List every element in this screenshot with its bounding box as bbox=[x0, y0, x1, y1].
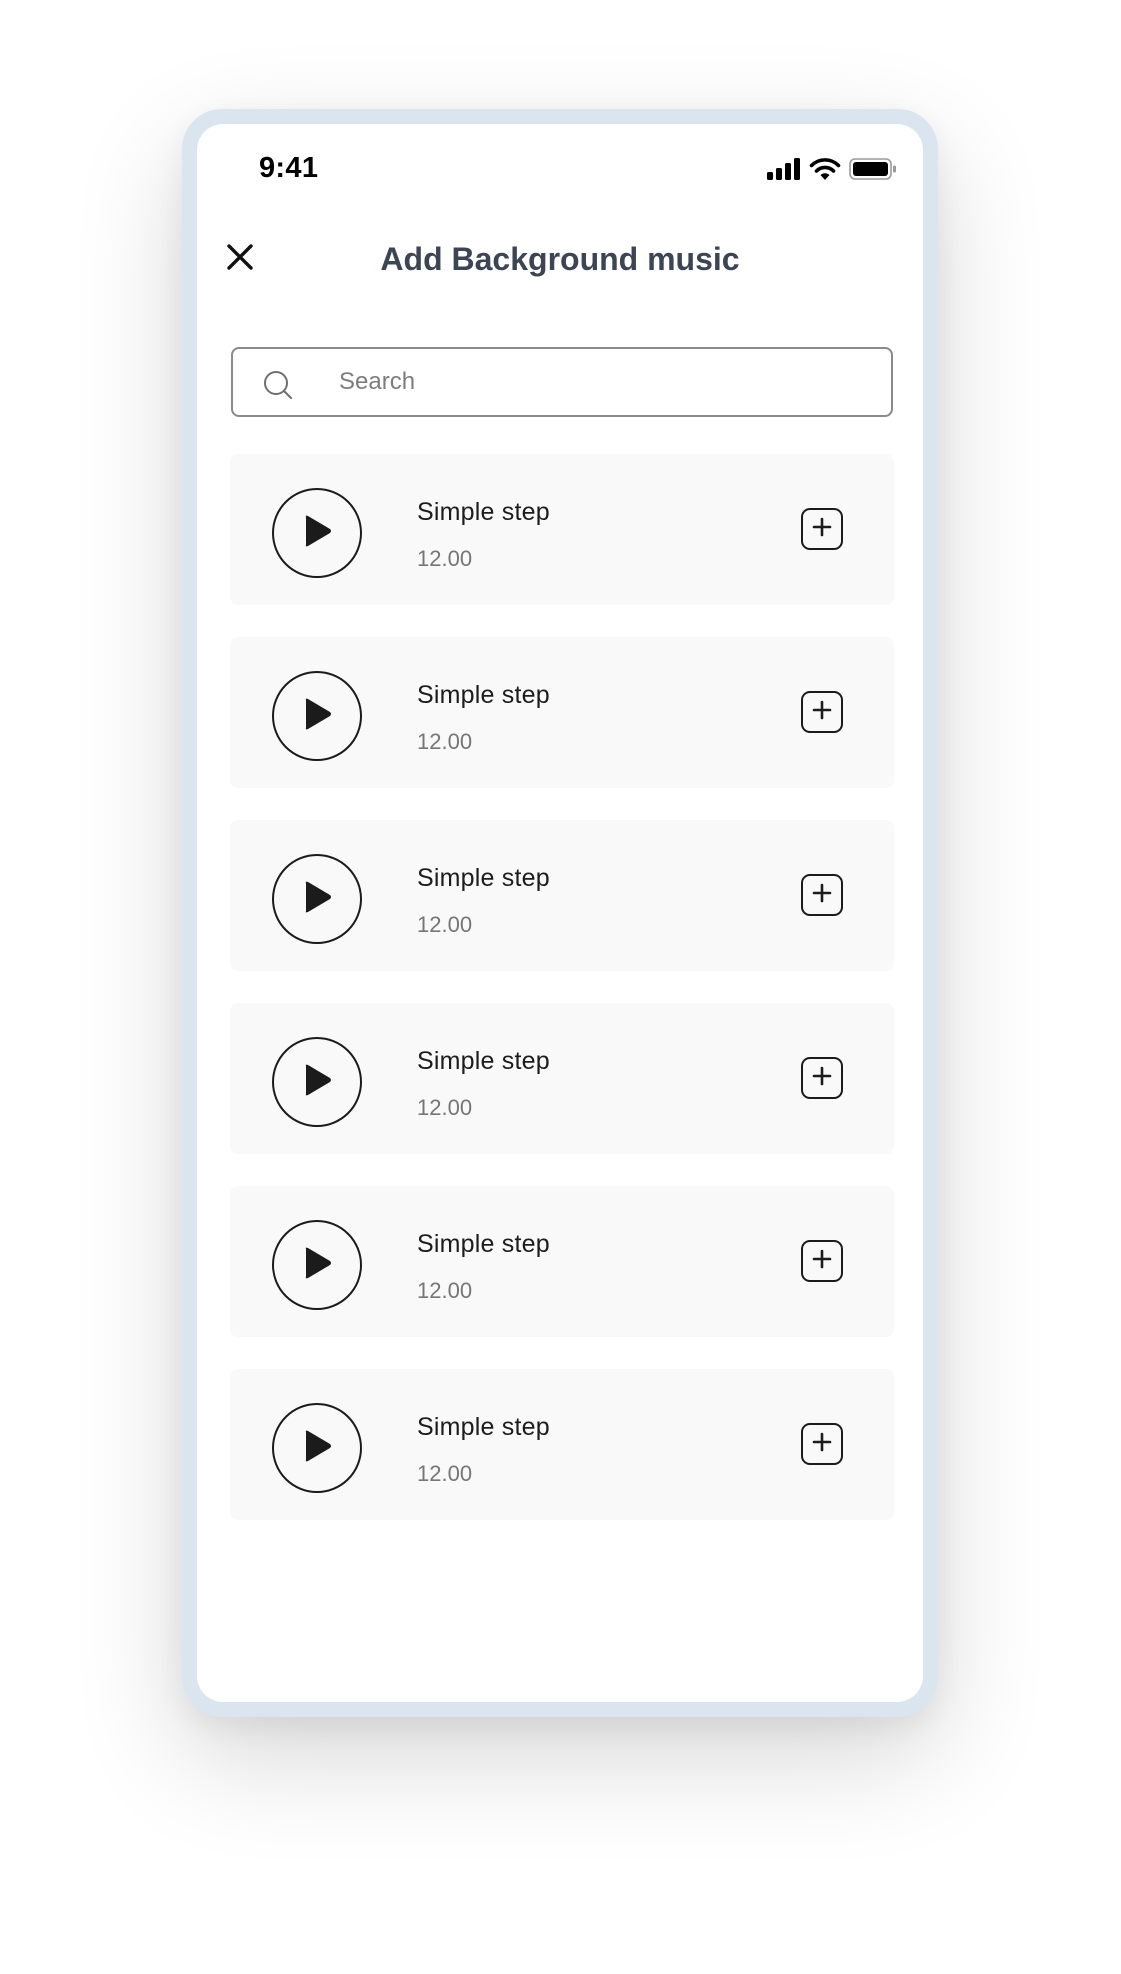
phone-frame: 9:41 Add Background music Search Simple … bbox=[182, 109, 938, 1717]
play-button[interactable] bbox=[272, 1037, 362, 1127]
track-duration: 12.00 bbox=[417, 1095, 473, 1120]
track-item: Simple step 12.00 bbox=[230, 637, 894, 788]
track-duration: 12.00 bbox=[417, 546, 473, 571]
search-input[interactable] bbox=[339, 349, 869, 415]
add-track-button[interactable] bbox=[801, 874, 843, 916]
track-title: Simple step bbox=[417, 864, 550, 892]
track-title: Simple step bbox=[417, 1047, 550, 1075]
play-icon bbox=[301, 697, 333, 736]
play-button[interactable] bbox=[272, 1403, 362, 1493]
close-icon bbox=[227, 243, 253, 275]
search-icon bbox=[263, 370, 293, 400]
add-track-button[interactable] bbox=[801, 508, 843, 550]
track-title: Simple step bbox=[417, 1230, 550, 1258]
page-title: Add Background music bbox=[380, 241, 740, 277]
add-track-button[interactable] bbox=[801, 1057, 843, 1099]
play-icon bbox=[301, 1063, 333, 1102]
play-button[interactable] bbox=[272, 854, 362, 944]
plus-icon bbox=[812, 1432, 832, 1457]
track-item: Simple step 12.00 bbox=[230, 1369, 894, 1520]
header: Add Background music bbox=[197, 224, 923, 294]
status-time: 9:41 bbox=[259, 152, 319, 184]
track-duration: 12.00 bbox=[417, 729, 473, 754]
battery-icon bbox=[849, 158, 897, 180]
play-icon bbox=[301, 1429, 333, 1468]
plus-icon bbox=[812, 883, 832, 908]
play-button[interactable] bbox=[272, 488, 362, 578]
track-item: Simple step 12.00 bbox=[230, 820, 894, 971]
play-button[interactable] bbox=[272, 1220, 362, 1310]
track-item: Simple step 12.00 bbox=[230, 1186, 894, 1337]
track-duration: 12.00 bbox=[417, 912, 473, 937]
track-list: Simple step 12.00 Simple step 12.00 Simp… bbox=[230, 454, 894, 1552]
plus-icon bbox=[812, 517, 832, 542]
track-item: Simple step 12.00 bbox=[230, 454, 894, 605]
play-button[interactable] bbox=[272, 671, 362, 761]
search-box[interactable] bbox=[231, 347, 893, 417]
add-track-button[interactable] bbox=[801, 691, 843, 733]
add-track-button[interactable] bbox=[801, 1423, 843, 1465]
status-bar: 9:41 bbox=[197, 124, 923, 194]
track-duration: 12.00 bbox=[417, 1461, 473, 1486]
plus-icon bbox=[812, 1066, 832, 1091]
track-item: Simple step 12.00 bbox=[230, 1003, 894, 1154]
play-icon bbox=[301, 514, 333, 553]
track-title: Simple step bbox=[417, 498, 550, 526]
wifi-icon bbox=[809, 157, 841, 181]
track-title: Simple step bbox=[417, 1413, 550, 1441]
plus-icon bbox=[812, 1249, 832, 1274]
add-track-button[interactable] bbox=[801, 1240, 843, 1282]
cellular-signal-icon bbox=[767, 158, 801, 180]
plus-icon bbox=[812, 700, 832, 725]
play-icon bbox=[301, 880, 333, 919]
play-icon bbox=[301, 1246, 333, 1285]
track-duration: 12.00 bbox=[417, 1278, 473, 1303]
status-icons bbox=[767, 157, 897, 181]
track-title: Simple step bbox=[417, 681, 550, 709]
app-screen: 9:41 Add Background music Search Simple … bbox=[197, 124, 923, 1702]
close-button[interactable] bbox=[219, 238, 261, 280]
